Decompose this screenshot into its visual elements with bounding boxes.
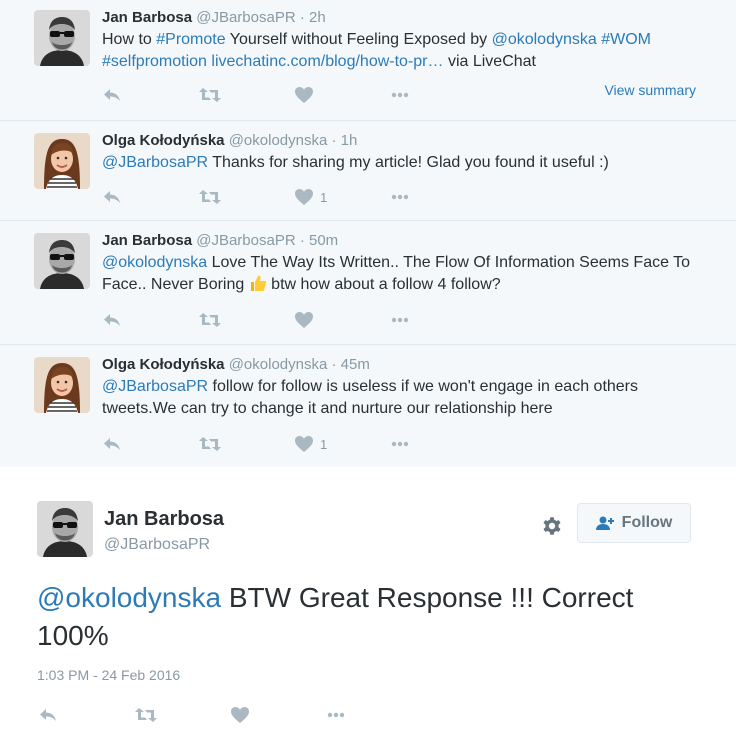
more-button[interactable] — [390, 86, 486, 104]
tweet-item[interactable]: Olga Kołodyńska @okolodynska · 45m @JBar… — [0, 345, 736, 467]
tweet-author-name[interactable]: Jan Barbosa — [104, 508, 224, 531]
retweet-icon — [198, 86, 222, 104]
like-icon — [294, 86, 314, 104]
retweet-button[interactable] — [198, 311, 294, 329]
tweet-item[interactable]: Jan Barbosa @JBarbosaPR · 50m @okolodyns… — [0, 221, 736, 345]
like-button[interactable]: 1 — [294, 188, 390, 206]
mention-link[interactable]: @JBarbosaPR — [102, 378, 208, 395]
tweet-actions — [102, 85, 486, 105]
avatar[interactable] — [34, 10, 90, 66]
view-summary-link[interactable]: View summary — [604, 82, 696, 98]
like-icon — [294, 435, 314, 453]
follow-button-label: Follow — [621, 514, 673, 531]
mention-link[interactable]: @okolodynska — [492, 31, 597, 48]
tweet-text: How to #Promote Yourself without Feeling… — [102, 31, 651, 70]
tweet-timestamp[interactable]: · 50m — [300, 232, 338, 249]
more-icon — [326, 706, 346, 724]
follow-user-icon — [595, 516, 614, 530]
mention-link[interactable]: @JBarbosaPR — [102, 154, 208, 171]
reply-button[interactable] — [38, 706, 134, 724]
url-link[interactable]: livechatinc.com/blog/how-to-pr… — [211, 53, 443, 70]
tweet-author-handle[interactable]: @okolodynska — [229, 132, 328, 149]
tweet-actions — [102, 310, 486, 330]
tweet-text: @okolodynska BTW Great Response !!! Corr… — [37, 582, 634, 651]
like-count: 1 — [320, 436, 328, 452]
reply-button[interactable] — [102, 311, 198, 329]
reply-icon — [102, 188, 122, 206]
more-button[interactable] — [390, 311, 486, 329]
avatar[interactable] — [34, 233, 90, 289]
tweet-item[interactable]: Jan Barbosa @JBarbosaPR · 2h How to #Pro… — [0, 0, 736, 121]
hashtag-link[interactable]: #selfpromotion — [102, 53, 207, 70]
tweet-actions: 1 — [102, 187, 486, 207]
retweet-button[interactable] — [134, 706, 230, 724]
tweet-author-name[interactable]: Olga Kołodyńska — [102, 356, 225, 373]
retweet-icon — [134, 706, 158, 724]
tweet-actions — [38, 705, 422, 725]
more-button[interactable] — [390, 188, 486, 206]
reply-icon — [102, 311, 122, 329]
retweet-button[interactable] — [198, 188, 294, 206]
retweet-button[interactable] — [198, 435, 294, 453]
tweet-timestamp[interactable]: · 45m — [332, 356, 370, 373]
more-icon — [390, 311, 410, 329]
like-icon — [230, 706, 250, 724]
thumbs-up-emoji — [250, 275, 266, 291]
like-button[interactable]: 1 — [294, 435, 390, 453]
avatar[interactable] — [37, 501, 93, 557]
reply-button[interactable] — [102, 86, 198, 104]
tweet-item[interactable]: Olga Kołodyńska @okolodynska · 1h @JBarb… — [0, 121, 736, 221]
avatar[interactable] — [34, 133, 90, 189]
tweet-timestamp[interactable]: · 1h — [332, 132, 358, 149]
tweet-text: @okolodynska Love The Way Its Written.. … — [102, 254, 691, 293]
reply-button[interactable] — [102, 435, 198, 453]
tweet-actions: 1 — [102, 434, 486, 454]
mention-link[interactable]: @okolodynska — [37, 582, 221, 613]
tweet-text: @JBarbosaPR Thanks for sharing my articl… — [102, 154, 609, 171]
more-icon — [390, 86, 410, 104]
retweet-button[interactable] — [198, 86, 294, 104]
more-icon — [390, 435, 410, 453]
hashtag-link[interactable]: #Promote — [156, 31, 225, 48]
like-icon — [294, 311, 314, 329]
tweet-author-handle[interactable]: @okolodynska — [229, 356, 328, 373]
main-tweet: Jan Barbosa @JBarbosaPR Follow @okolodyn… — [0, 467, 736, 755]
reply-icon — [102, 86, 122, 104]
tweet-author-name[interactable]: Jan Barbosa — [102, 232, 192, 249]
like-count: 1 — [320, 189, 328, 205]
tweet-text: @JBarbosaPR follow for follow is useless… — [102, 378, 639, 417]
more-icon — [390, 188, 410, 206]
gear-icon[interactable] — [541, 515, 563, 537]
tweet-author-handle[interactable]: @JBarbosaPR — [196, 232, 295, 249]
reply-icon — [38, 706, 58, 724]
tweet-author-handle[interactable]: @JBarbosaPR — [104, 536, 210, 554]
like-button[interactable] — [294, 86, 390, 104]
tweet-datetime[interactable]: 1:03 PM - 24 Feb 2016 — [37, 667, 180, 683]
retweet-icon — [198, 188, 222, 206]
like-icon — [294, 188, 314, 206]
more-button[interactable] — [390, 435, 486, 453]
more-button[interactable] — [326, 706, 422, 724]
mention-link[interactable]: @okolodynska — [102, 254, 207, 271]
reply-icon — [102, 435, 122, 453]
retweet-icon — [198, 311, 222, 329]
like-button[interactable] — [294, 311, 390, 329]
retweet-icon — [198, 435, 222, 453]
tweet-timestamp[interactable]: · 2h — [300, 9, 326, 26]
follow-button[interactable]: Follow — [577, 503, 691, 543]
tweet-author-name[interactable]: Jan Barbosa — [102, 9, 192, 26]
hashtag-link[interactable]: #WOM — [601, 31, 651, 48]
like-button[interactable] — [230, 706, 326, 724]
tweet-author-name[interactable]: Olga Kołodyńska — [102, 132, 225, 149]
conversation-thread: Jan Barbosa @JBarbosaPR · 2h How to #Pro… — [0, 0, 736, 467]
tweet-author-handle[interactable]: @JBarbosaPR — [196, 9, 295, 26]
avatar[interactable] — [34, 357, 90, 413]
reply-button[interactable] — [102, 188, 198, 206]
